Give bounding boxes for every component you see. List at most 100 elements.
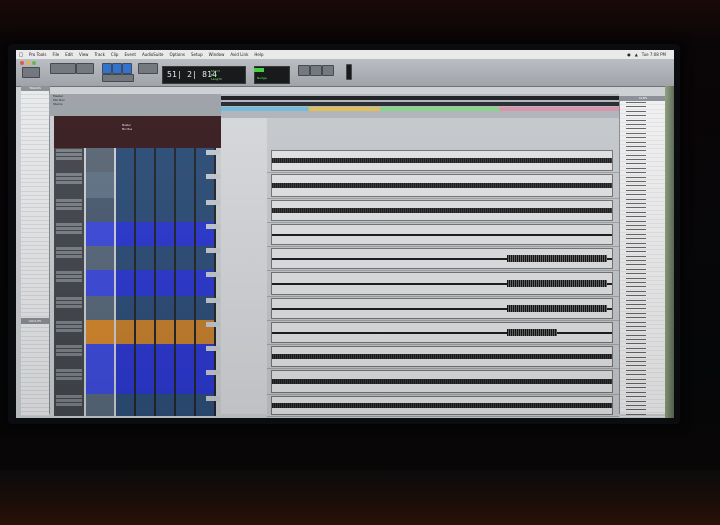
track-io-selector[interactable]	[206, 200, 220, 205]
audio-clip[interactable]	[271, 396, 613, 415]
audio-clip[interactable]	[271, 150, 613, 171]
menu-pro-tools[interactable]: Pro Tools	[26, 52, 49, 57]
track-header[interactable]	[54, 270, 222, 296]
menu-options[interactable]: Options	[167, 52, 188, 57]
playlist-lane[interactable]	[267, 148, 619, 173]
track-name-panel[interactable]	[54, 394, 84, 416]
track-inserts[interactable]	[116, 368, 216, 394]
menu-setup[interactable]: Setup	[188, 52, 206, 57]
menubar-clock[interactable]: Tue 7:08 PM	[642, 52, 666, 57]
bars-beats-ruler[interactable]	[221, 96, 619, 100]
track-io-selector[interactable]	[206, 272, 220, 277]
wifi-icon[interactable]: ●	[627, 52, 631, 57]
menu-help[interactable]: Help	[251, 52, 266, 57]
audio-clip[interactable]	[271, 224, 613, 245]
playlist-lane[interactable]	[267, 296, 619, 321]
track-header[interactable]	[54, 148, 222, 172]
audio-clip[interactable]	[271, 248, 613, 269]
menu-clip[interactable]: Clip	[108, 52, 122, 57]
stop-button[interactable]	[310, 65, 322, 76]
track-name-panel[interactable]	[54, 270, 84, 296]
playlist-lane[interactable]	[267, 368, 619, 395]
track-name-panel[interactable]	[54, 320, 84, 344]
track-header[interactable]	[54, 246, 222, 270]
track-name-panel[interactable]	[54, 148, 84, 172]
audio-clip[interactable]	[271, 322, 613, 343]
menu-file[interactable]: File	[49, 52, 62, 57]
track-io-selector[interactable]	[206, 174, 220, 179]
zoom-presets[interactable]	[50, 63, 76, 74]
track-inserts[interactable]	[116, 394, 216, 416]
track-inserts[interactable]	[116, 320, 216, 344]
close-window-button[interactable]	[20, 61, 24, 65]
track-inserts[interactable]	[116, 246, 216, 270]
selector-tool-button[interactable]	[112, 63, 122, 74]
play-button[interactable]	[298, 65, 310, 76]
track-name-panel[interactable]	[54, 296, 84, 320]
audio-clip[interactable]	[271, 346, 613, 367]
track-header[interactable]	[54, 172, 222, 198]
audio-clip[interactable]	[271, 272, 613, 295]
pencil-tool-button[interactable]	[138, 63, 158, 74]
playlist-lane[interactable]	[267, 270, 619, 297]
track-io-selector[interactable]	[206, 224, 220, 229]
track-io-selector[interactable]	[206, 322, 220, 327]
track-name-panel[interactable]	[54, 222, 84, 246]
group-list-item[interactable]	[21, 416, 49, 418]
track-inserts[interactable]	[116, 222, 216, 246]
volume-icon[interactable]: ▲	[635, 52, 638, 57]
track-name-panel[interactable]	[54, 172, 84, 198]
track-name-panel[interactable]	[54, 198, 84, 222]
marker-ruler[interactable]	[221, 107, 619, 111]
track-io-selector[interactable]	[206, 396, 220, 401]
menu-audiosuite[interactable]: AudioSuite	[139, 52, 167, 57]
track-header[interactable]	[54, 222, 222, 246]
track-header[interactable]	[54, 198, 222, 222]
track-inserts[interactable]	[116, 270, 216, 296]
track-header[interactable]	[54, 320, 222, 344]
menu-event[interactable]: Event	[121, 52, 138, 57]
grabber-tool-button[interactable]	[122, 63, 132, 74]
main-counter[interactable]: 51| 2| 814 Start End Length	[162, 66, 246, 84]
track-name-panel[interactable]	[54, 246, 84, 270]
menu-track[interactable]: Track	[91, 52, 107, 57]
audio-clip[interactable]	[271, 298, 613, 319]
track-name-panel[interactable]	[54, 344, 84, 368]
apple-icon[interactable]: 	[16, 52, 26, 58]
track-inserts[interactable]	[116, 172, 216, 198]
menu-edit[interactable]: Edit	[62, 52, 76, 57]
zoom-window-button[interactable]	[32, 61, 36, 65]
track-io-selector[interactable]	[206, 150, 220, 155]
playlist-lane[interactable]	[267, 246, 619, 271]
zoom-button[interactable]	[76, 63, 94, 74]
playlist-lane[interactable]	[267, 172, 619, 199]
timeline-rulers[interactable]	[221, 94, 619, 118]
master-track[interactable]: Master Mix Bus	[54, 116, 222, 148]
track-io-selector[interactable]	[206, 298, 220, 303]
trim-tool-button[interactable]	[102, 63, 112, 74]
track-inserts[interactable]	[116, 148, 216, 172]
min-sec-ruler[interactable]	[221, 102, 619, 106]
playlist-lane[interactable]	[267, 394, 619, 417]
track-io-selector[interactable]	[206, 346, 220, 351]
track-io-selector[interactable]	[206, 370, 220, 375]
track-header[interactable]	[54, 394, 222, 416]
playlist-lane[interactable]	[267, 320, 619, 345]
clip-list-item[interactable]	[620, 417, 666, 418]
audio-clip[interactable]	[271, 200, 613, 221]
track-header[interactable]	[54, 368, 222, 394]
smart-tool-button[interactable]	[102, 74, 134, 82]
track-inserts[interactable]	[116, 296, 216, 320]
playlist-lane[interactable]	[267, 344, 619, 369]
track-header[interactable]	[54, 296, 222, 320]
track-inserts[interactable]	[116, 198, 216, 222]
playlist-lane[interactable]	[267, 198, 619, 223]
audio-clip[interactable]	[271, 370, 613, 393]
audio-clip[interactable]	[271, 174, 613, 197]
menu-view[interactable]: View	[76, 52, 92, 57]
track-header[interactable]	[54, 344, 222, 368]
track-name-panel[interactable]	[54, 368, 84, 394]
track-io-selector[interactable]	[206, 248, 220, 253]
minimize-window-button[interactable]	[26, 61, 30, 65]
menu-window[interactable]: Window	[206, 52, 228, 57]
